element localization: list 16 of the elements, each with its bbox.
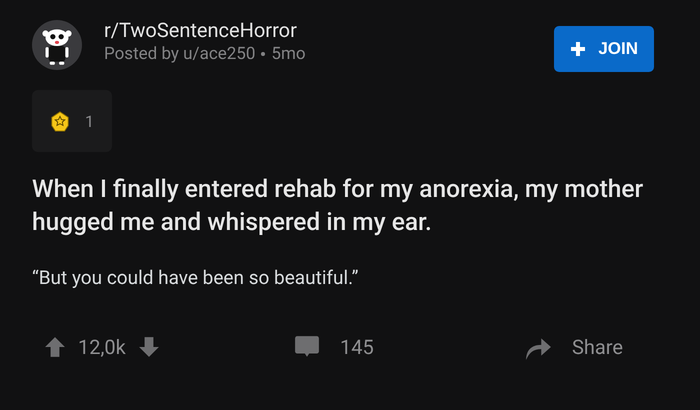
vote-score: 12,0k	[78, 335, 126, 359]
author-byline[interactable]: Posted by u/ace250	[104, 44, 256, 64]
join-button[interactable]: JOIN	[554, 26, 654, 72]
share-button[interactable]: Share	[524, 333, 623, 361]
award-count: 1	[85, 112, 94, 130]
upvote-icon[interactable]	[44, 336, 66, 358]
avatar-icon	[32, 20, 82, 70]
downvote-icon[interactable]	[138, 336, 160, 358]
award-badge[interactable]: 1	[32, 90, 112, 152]
comments-button[interactable]: 145	[294, 334, 524, 360]
plus-icon	[570, 41, 586, 57]
post-age: 5mo	[271, 44, 306, 64]
post-body: “But you could have been so beautiful.”	[32, 266, 360, 289]
post-title: When I finally entered rehab for my anorexia, my mother hugged me and whispered in my ear.	[32, 173, 644, 238]
star-award-icon	[49, 109, 71, 133]
subreddit-name[interactable]: r/TwoSentenceHorror	[104, 18, 532, 42]
